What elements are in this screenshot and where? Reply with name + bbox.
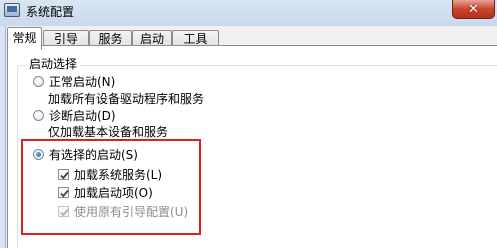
load-system-services-checkbox[interactable] — [58, 169, 69, 180]
startup-selection-legend: 启动选择 — [26, 57, 81, 71]
load-system-services-row[interactable]: 加载系统服务(L) — [58, 166, 162, 183]
checkmark-icon — [60, 171, 69, 180]
load-startup-items-checkbox[interactable] — [58, 187, 69, 198]
selective-startup-label: 有选择的启动(S) — [49, 148, 138, 162]
normal-startup-radio[interactable] — [33, 76, 44, 87]
close-button[interactable]: ✕ — [452, 0, 495, 19]
selective-startup-radio[interactable] — [33, 149, 44, 160]
selective-startup-radio-row[interactable]: 有选择的启动(S) — [33, 146, 138, 163]
diagnostic-startup-radio-row[interactable]: 诊断启动(D) — [33, 107, 116, 124]
load-system-services-label: 加载系统服务(L) — [74, 168, 163, 182]
load-startup-items-row[interactable]: 加载启动项(O) — [58, 184, 153, 201]
title-bar: 系统配置 ✕ — [0, 0, 497, 26]
checkmark-icon — [60, 208, 69, 217]
normal-startup-label: 正常启动(N) — [49, 75, 116, 89]
system-config-icon — [4, 3, 20, 17]
diagnostic-startup-radio[interactable] — [33, 110, 44, 121]
use-original-boot-config-label: 使用原有引导配置(U) — [74, 205, 189, 219]
normal-startup-description: 加载所有设备驱动程序和服务 — [48, 92, 205, 106]
close-icon: ✕ — [468, 1, 479, 17]
tab-general[interactable]: 常规 — [7, 27, 42, 50]
use-original-boot-config-row: 使用原有引导配置(U) — [58, 203, 188, 220]
use-original-boot-config-checkbox — [58, 206, 69, 217]
checkmark-icon — [60, 189, 69, 198]
load-startup-items-label: 加载启动项(O) — [74, 186, 153, 200]
window-title: 系统配置 — [26, 5, 75, 19]
normal-startup-radio-row[interactable]: 正常启动(N) — [33, 73, 115, 90]
diagnostic-startup-description: 仅加载基本设备和服务 — [48, 125, 169, 139]
diagnostic-startup-label: 诊断启动(D) — [49, 109, 116, 123]
